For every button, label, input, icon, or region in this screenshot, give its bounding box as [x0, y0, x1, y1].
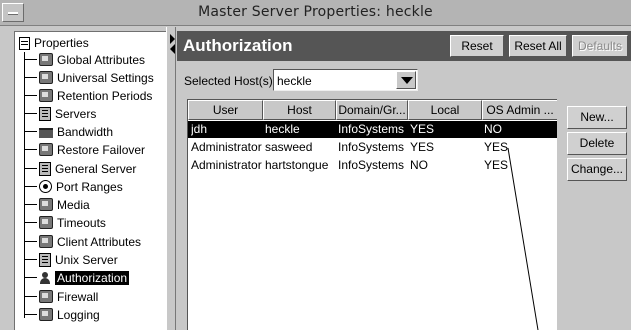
pane-splitter[interactable]	[166, 27, 176, 330]
server-icon	[39, 161, 51, 176]
cell-os-admin: NO	[484, 122, 502, 136]
authorization-table[interactable]: User Host Domain/Gr... Local OS Admin ..…	[187, 99, 557, 330]
tree-item-restore-failover[interactable]: Restore Failover	[24, 141, 145, 158]
column-header-host[interactable]: Host	[263, 100, 336, 120]
globe-icon	[39, 53, 53, 66]
cell-local: YES	[410, 140, 435, 154]
panel-title: Authorization	[183, 36, 293, 55]
column-header-domain[interactable]: Domain/Gr...	[336, 100, 408, 120]
cell-user: jdh	[191, 122, 208, 136]
retention-icon	[39, 89, 53, 102]
selected-host-dropdown[interactable]: heckle	[273, 69, 418, 91]
reset-all-button[interactable]: Reset All	[509, 35, 567, 57]
delete-button[interactable]: Delete	[567, 132, 627, 155]
cell-domain: InfoSystems	[338, 158, 405, 172]
server-icon	[39, 106, 51, 121]
person-icon	[39, 271, 51, 284]
tree-item-firewall[interactable]: Firewall	[24, 288, 98, 305]
cell-host: hartstongue	[265, 158, 329, 172]
reset-button[interactable]: Reset	[450, 35, 504, 57]
table-row[interactable]: jdh heckle InfoSystems YES NO	[188, 121, 557, 138]
cell-os-admin: YES	[484, 140, 509, 154]
tree-item-client-attributes[interactable]: Client Attributes	[24, 233, 141, 250]
column-header-os-admin[interactable]: OS Admin ...	[482, 100, 557, 120]
tree-item-media[interactable]: Media	[24, 196, 90, 213]
table-header: User Host Domain/Gr... Local OS Admin ..…	[188, 100, 557, 120]
clock-icon	[39, 216, 53, 229]
properties-tree[interactable]: Properties Global Attributes Universal S…	[14, 31, 166, 330]
title-bar: Master Server Properties: heckle	[0, 0, 631, 26]
column-header-user[interactable]: User	[188, 100, 263, 120]
radio-icon	[39, 180, 52, 193]
tree-item-bandwidth[interactable]: Bandwidth	[24, 123, 113, 140]
tree-item-authorization[interactable]: Authorization	[24, 269, 130, 286]
cell-user: Administrator	[191, 140, 262, 154]
tree-item-servers[interactable]: Servers	[24, 105, 96, 122]
cell-host: heckle	[265, 122, 300, 136]
tree-item-unix-server[interactable]: Unix Server	[24, 251, 118, 268]
table-row[interactable]: Administrator hartstongue InfoSystems NO…	[188, 157, 557, 174]
tree-item-timeouts[interactable]: Timeouts	[24, 214, 106, 231]
collapse-left-icon[interactable]	[170, 44, 175, 54]
cell-local: YES	[410, 122, 435, 136]
chevron-down-icon[interactable]	[396, 71, 416, 89]
server-icon	[39, 252, 51, 267]
cell-domain: InfoSystems	[338, 122, 405, 136]
tree-item-logging[interactable]: Logging	[24, 306, 100, 323]
cell-host: sasweed	[265, 140, 313, 154]
selected-host-value: heckle	[277, 74, 312, 88]
cell-domain: InfoSystems	[338, 140, 405, 154]
tree-item-port-ranges[interactable]: Port Ranges	[24, 178, 123, 195]
logging-icon	[39, 308, 53, 321]
media-icon	[39, 198, 53, 211]
cell-user: Administrator	[191, 158, 262, 172]
window-title: Master Server Properties: heckle	[198, 4, 433, 20]
document-icon	[19, 36, 30, 50]
collapse-right-icon[interactable]	[170, 34, 175, 44]
selected-hosts-label: Selected Host(s)	[184, 74, 273, 88]
table-row[interactable]: Administrator sasweed InfoSystems YES YE…	[188, 139, 557, 156]
column-header-local[interactable]: Local	[408, 100, 482, 120]
firewall-icon	[39, 290, 53, 303]
tree-item-universal-settings[interactable]: Universal Settings	[24, 69, 154, 86]
tree-item-global-attributes[interactable]: Global Attributes	[24, 51, 145, 68]
tree-item-general-server[interactable]: General Server	[24, 160, 136, 177]
tree-item-retention-periods[interactable]: Retention Periods	[24, 87, 152, 104]
defaults-button[interactable]: Defaults	[572, 35, 628, 57]
change-button[interactable]: Change...	[567, 158, 627, 181]
settings-icon	[39, 71, 53, 84]
new-button[interactable]: New...	[567, 106, 627, 129]
tree-root-properties[interactable]: Properties	[18, 35, 89, 51]
restore-icon	[39, 143, 53, 156]
cell-local: NO	[410, 158, 428, 172]
client-icon	[39, 235, 53, 248]
cell-os-admin: YES	[484, 158, 509, 172]
bandwidth-icon	[39, 127, 53, 138]
